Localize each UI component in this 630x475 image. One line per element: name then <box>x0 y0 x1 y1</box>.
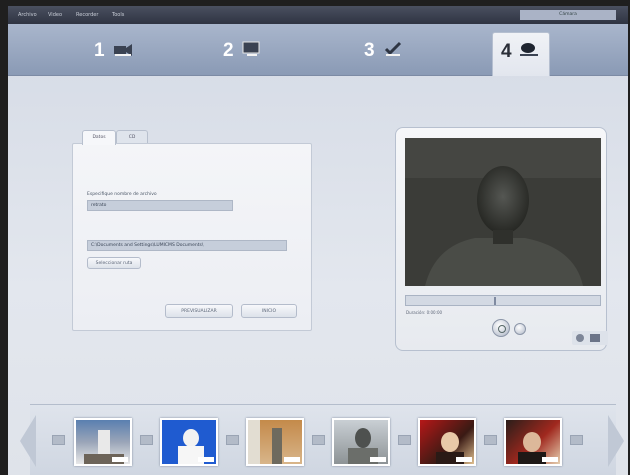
menu-item-file[interactable]: Archivo <box>18 12 37 18</box>
settings-icon[interactable] <box>576 334 584 342</box>
video-preview <box>405 138 601 286</box>
wizard-steps-bar: 1 2 3 4 <box>8 24 628 76</box>
filmstrip-connector <box>398 435 411 445</box>
tab-cd[interactable]: CD <box>116 130 148 144</box>
capture-button[interactable] <box>492 319 510 337</box>
step-number: 2 <box>223 40 234 61</box>
step-number: 3 <box>364 40 375 61</box>
thumbnail-4[interactable] <box>332 418 390 466</box>
start-button[interactable]: INICIO <box>241 304 297 318</box>
filmstrip-connector <box>52 435 65 445</box>
filmstrip-connector <box>140 435 153 445</box>
filmstrip-connector <box>484 435 497 445</box>
mouse-icon <box>517 41 541 63</box>
menu-bar: Archivo Video Recorder Tools Cámara <box>8 6 628 24</box>
thumbnail-3[interactable] <box>246 418 304 466</box>
step-4-tab[interactable]: 4 <box>492 32 550 76</box>
thumbnail-tag <box>542 457 558 462</box>
menu-item-tools[interactable]: Tools <box>112 12 124 18</box>
app-screen: Archivo Video Recorder Tools Cámara 1 2 <box>8 6 628 475</box>
filmstrip-connector <box>226 435 239 445</box>
step-1-tab[interactable]: 1 <box>94 38 154 68</box>
filmstrip-connector <box>570 435 583 445</box>
browse-path-button[interactable]: Seleccionar ruta <box>87 257 141 269</box>
checkmark-icon <box>382 40 404 62</box>
snapshot-button[interactable] <box>514 323 526 335</box>
thumbnail-tag <box>198 457 214 462</box>
step-2-tab[interactable]: 2 <box>223 38 283 68</box>
thumbnail-filmstrip <box>20 404 624 475</box>
menu-item-video[interactable]: Video <box>48 12 62 18</box>
camera-icon <box>112 40 134 62</box>
step-number: 1 <box>94 40 105 61</box>
video-frame-image <box>405 138 601 286</box>
device-selector[interactable]: Cámara <box>520 10 616 20</box>
form-panel: Especifique nombre de archivo retrato C:… <box>72 143 312 331</box>
filename-field[interactable]: retrato <box>87 200 233 211</box>
preview-button[interactable]: PREVISUALIZAR <box>165 304 233 318</box>
filmstrip-connector <box>312 435 325 445</box>
thumbnail-tag <box>112 457 128 462</box>
step-3-tab[interactable]: 3 <box>364 38 424 68</box>
menu-item-recorder[interactable]: Recorder <box>76 12 98 18</box>
view-options <box>572 331 608 345</box>
thumbnail-tag <box>284 457 300 462</box>
layout-icon[interactable] <box>590 334 600 342</box>
monitor-icon <box>241 40 263 62</box>
video-preview-window: Duración: 0:00:00 <box>395 127 607 351</box>
step-number: 4 <box>501 41 512 62</box>
filename-label: Especifique nombre de archivo <box>87 192 157 197</box>
scroll-left-arrow-icon[interactable] <box>20 415 36 467</box>
thumbnail-tag <box>370 457 386 462</box>
thumbnail-1[interactable] <box>74 418 132 466</box>
thumbnail-2[interactable] <box>160 418 218 466</box>
scroll-right-arrow-icon[interactable] <box>608 415 624 467</box>
thumbnail-tag <box>456 457 472 462</box>
video-seek-bar[interactable] <box>405 295 601 306</box>
thumbnail-6[interactable] <box>504 418 562 466</box>
path-field[interactable]: C:\Documents and Settings\LUMICMS Docume… <box>87 240 287 251</box>
seek-handle[interactable] <box>494 297 496 305</box>
tab-datos[interactable]: Datos <box>82 130 116 145</box>
video-time-readout: Duración: 0:00:00 <box>406 310 443 315</box>
thumbnail-5[interactable] <box>418 418 476 466</box>
